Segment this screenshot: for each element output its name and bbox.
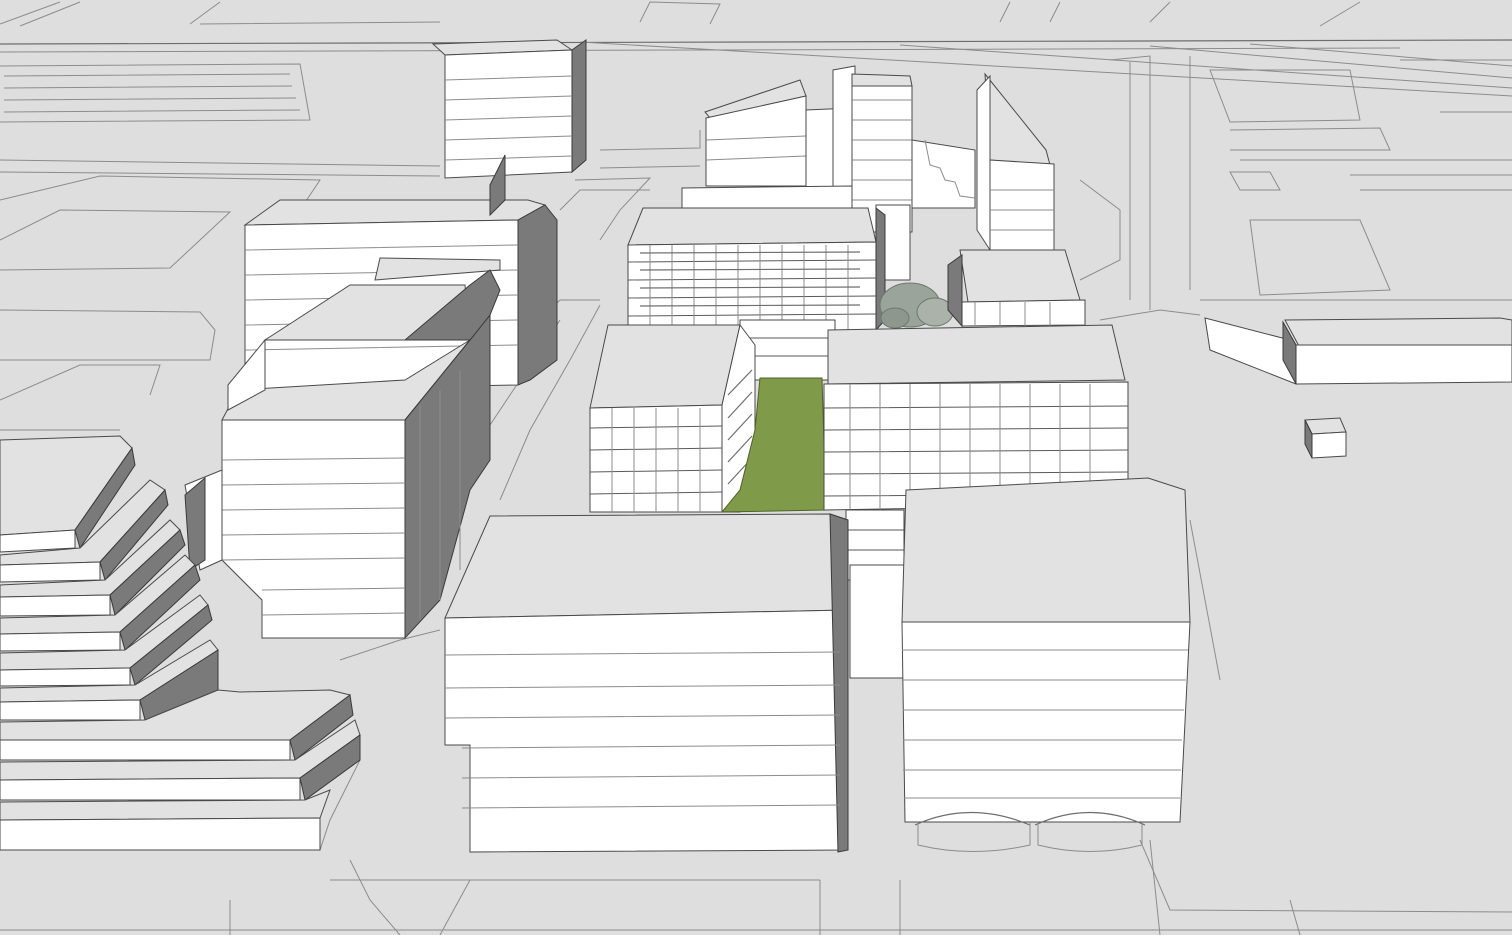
building-east-small-box <box>1304 417 1347 459</box>
scene-canvas <box>0 0 1512 935</box>
building-south-east <box>901 477 1191 852</box>
building-tall-tower-north <box>431 39 587 179</box>
project-link-block <box>845 509 906 679</box>
building-south-west <box>444 513 849 853</box>
project-block-north <box>627 206 886 333</box>
massing-model-view <box>0 0 1512 935</box>
project-block-northeast <box>947 249 1086 328</box>
project-block-west <box>589 323 756 513</box>
building-north-stepped <box>911 139 976 209</box>
